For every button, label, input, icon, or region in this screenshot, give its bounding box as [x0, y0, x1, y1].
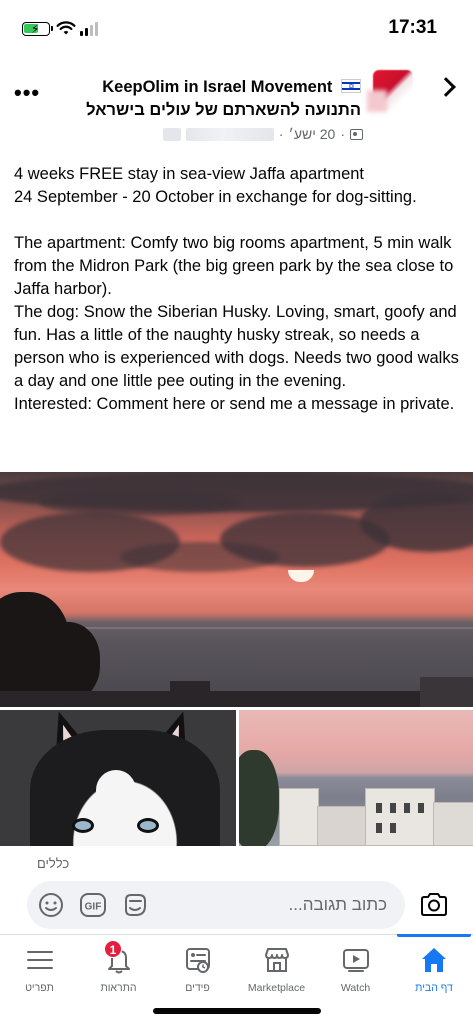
tab-feeds[interactable]: פידים	[158, 935, 237, 999]
status-bar: ⚡ 17:31	[0, 0, 473, 58]
group-name-link[interactable]: KeepOlim in Israel Movement ✡	[102, 78, 361, 97]
home-icon	[422, 948, 446, 972]
menu-icon	[26, 951, 53, 969]
feeds-icon	[185, 948, 210, 973]
post-line: The dog: Snow the Siberian Husky. Loving…	[14, 303, 459, 390]
comment-placeholder: כתוב תגובה...	[288, 895, 387, 914]
tab-label: פידים	[185, 982, 210, 994]
chevron-right-icon[interactable]	[436, 77, 456, 97]
marketplace-icon	[264, 948, 289, 972]
post-header: ••• KeepOlim in Israel Movement ✡ התנועה…	[0, 62, 473, 154]
israel-flag-icon: ✡	[341, 79, 361, 93]
sunset-sea-photo[interactable]	[0, 472, 473, 707]
tab-label: התראות	[100, 982, 137, 994]
post-timestamp[interactable]: 20 ישע׳	[288, 126, 335, 142]
tab-label: Watch	[340, 982, 371, 994]
group-subtitle: התנועה להשארתם של עולים בישראל	[86, 101, 361, 119]
more-options-button[interactable]: •••	[14, 80, 40, 106]
tab-label: דף הבית	[415, 982, 453, 994]
charging-bolt-icon: ⚡	[31, 22, 40, 36]
reactions-label[interactable]: כללים	[37, 856, 69, 871]
city-rooftops-photo[interactable]	[239, 710, 473, 846]
comment-input[interactable]: GIF כתוב תגובה...	[27, 881, 405, 929]
husky-dog-photo[interactable]	[0, 710, 236, 846]
post-line-blank	[14, 209, 466, 232]
tab-label: Marketplace	[247, 982, 306, 994]
tab-home[interactable]: דף הבית	[395, 934, 473, 999]
post-line: Interested: Comment here or send me a me…	[14, 395, 455, 413]
gif-icon[interactable]: GIF	[79, 891, 107, 919]
watch-icon	[342, 949, 369, 972]
tab-marketplace[interactable]: Marketplace	[237, 935, 316, 999]
svg-text:GIF: GIF	[85, 902, 102, 913]
post-body: 4 weeks FREE stay in sea-view Jaffa apar…	[14, 163, 466, 416]
wifi-icon	[56, 21, 76, 35]
redacted-author-name	[185, 127, 274, 141]
post-line: The apartment: Comfy two big rooms apart…	[14, 234, 454, 298]
clock: 17:31	[388, 17, 437, 38]
tab-menu[interactable]: תפריט	[0, 935, 79, 999]
battery-icon: ⚡	[22, 22, 53, 36]
group-avatar[interactable]	[373, 70, 413, 110]
tab-notifications[interactable]: 1 התראות	[79, 935, 158, 999]
group-icon	[350, 128, 363, 140]
cellular-signal-icon	[80, 22, 98, 36]
post-meta: · 20 ישע׳ ·	[151, 126, 363, 142]
tab-watch[interactable]: Watch	[316, 935, 395, 999]
group-name: KeepOlim in Israel Movement	[102, 78, 333, 96]
redacted-author-avatar	[162, 127, 181, 141]
tab-label: תפריט	[25, 982, 54, 994]
sun	[288, 570, 314, 582]
post-line: 24 September - 20 October in exchange fo…	[14, 188, 417, 206]
home-indicator[interactable]	[153, 1008, 321, 1014]
sticker-icon[interactable]	[121, 891, 149, 919]
camera-icon[interactable]	[418, 889, 450, 921]
emoji-icon[interactable]	[37, 891, 65, 919]
notification-badge: 1	[104, 940, 122, 958]
post-line: 4 weeks FREE stay in sea-view Jaffa apar…	[14, 165, 365, 183]
